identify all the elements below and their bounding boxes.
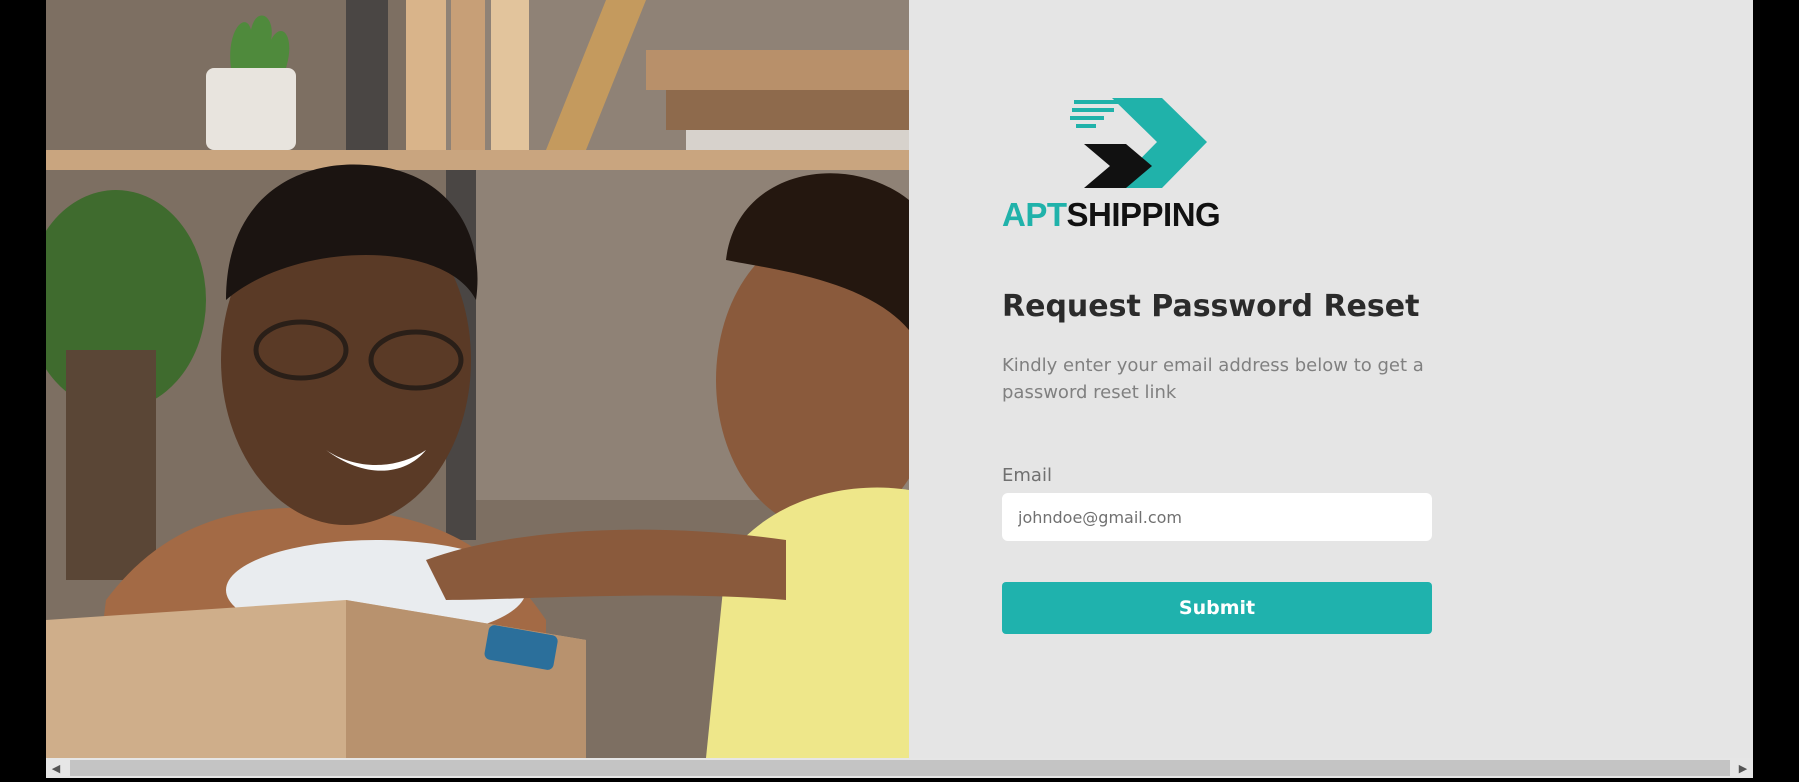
scroll-right-icon[interactable]: ▶ bbox=[1733, 758, 1753, 778]
email-field[interactable] bbox=[1002, 493, 1432, 541]
logo-apt-text: APT bbox=[1002, 196, 1067, 233]
reset-panel: APTSHIPPING Request Password Reset Kindl… bbox=[909, 0, 1753, 758]
logo-shipping-text: SHIPPING bbox=[1066, 196, 1221, 233]
scrollbar-thumb[interactable] bbox=[70, 760, 1730, 776]
page-subtitle: Kindly enter your email address below to… bbox=[1002, 355, 1424, 403]
logo-wordmark: APTSHIPPING bbox=[1002, 196, 1221, 234]
page-title: Request Password Reset bbox=[1002, 289, 1420, 324]
page-frame: APTSHIPPING Request Password Reset Kindl… bbox=[46, 0, 1753, 758]
horizontal-scrollbar[interactable]: ◀ ▶ bbox=[46, 758, 1753, 778]
submit-button[interactable]: Submit bbox=[1002, 582, 1432, 634]
hero-illustration bbox=[46, 0, 909, 758]
email-label: Email bbox=[1002, 465, 1052, 486]
logo-chevron-icon bbox=[1070, 98, 1207, 188]
hero-image bbox=[46, 0, 909, 758]
scroll-left-icon[interactable]: ◀ bbox=[46, 758, 66, 778]
brand-logo: APTSHIPPING bbox=[1002, 96, 1242, 236]
